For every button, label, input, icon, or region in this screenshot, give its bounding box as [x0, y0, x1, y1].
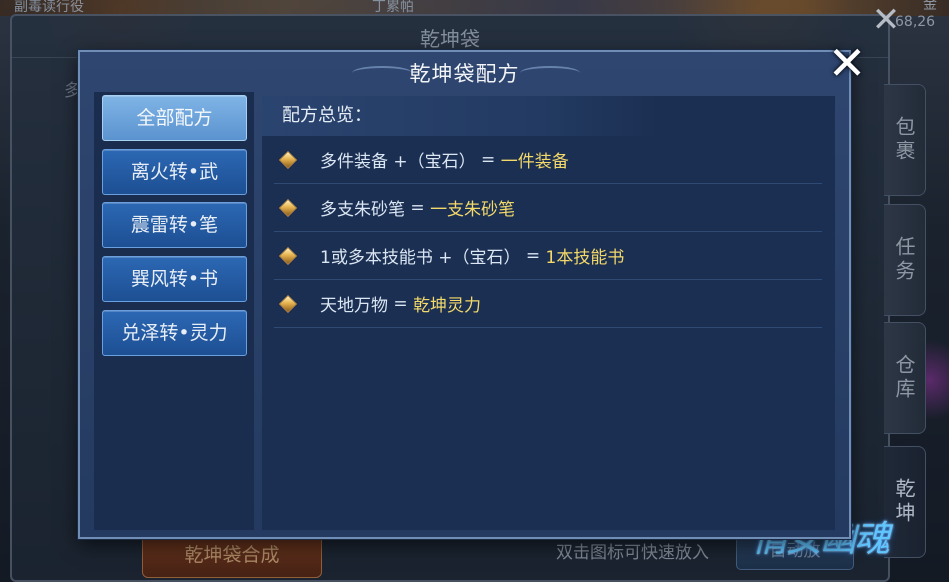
- recipe-row: 多支朱砂笔 = 一支朱砂笔: [274, 184, 822, 232]
- recipe-equals: =: [520, 245, 546, 266]
- side-tab-quest[interactable]: 任务: [884, 204, 926, 316]
- category-lihuo-weapon[interactable]: 离火转•武: [102, 149, 247, 195]
- gem-bullet-icon: [278, 294, 298, 313]
- side-tab-bag[interactable]: 包裹: [884, 84, 926, 196]
- recipe-row: 多件装备 +（宝石） = 一件装备: [274, 136, 822, 184]
- category-zhenlei-brush[interactable]: 震雷转•笔: [102, 202, 247, 248]
- gem-bullet-icon: [278, 150, 298, 169]
- recipe-row: 1或多本技能书 +（宝石） = 1本技能书: [274, 232, 822, 280]
- overview-header: 配方总览：: [262, 96, 658, 136]
- recipe-equals: =: [475, 149, 501, 170]
- gem-bullet-icon: [278, 198, 298, 217]
- category-all-recipes[interactable]: 全部配方: [102, 95, 247, 141]
- recipe-equals: =: [388, 293, 414, 314]
- double-click-hint: 双击图标可快速放入: [556, 543, 709, 563]
- recipe-inputs: 多件装备 +（宝石）: [320, 152, 476, 172]
- category-list: 全部配方 离火转•武 震雷转•笔 巽风转•书 兑泽转•灵力: [94, 92, 254, 530]
- category-xunfeng-book[interactable]: 巽风转•书: [102, 256, 247, 302]
- recipe-inputs: 1或多本技能书 +（宝石）: [320, 248, 521, 268]
- recipe-overview-pane: 配方总览： 多件装备 +（宝石） = 一件装备 多支朱砂笔 = 一支朱砂笔 1或…: [262, 96, 835, 530]
- dialog-close-icon[interactable]: ✕: [824, 40, 870, 86]
- recipe-dialog: 乾坤袋配方 全部配方 离火转•武 震雷转•笔 巽风转•书 兑泽转•灵力 配方总览…: [78, 40, 866, 539]
- dialog-title: 乾坤袋配方: [409, 62, 520, 86]
- recipe-result: 1本技能书: [545, 248, 625, 268]
- recipe-result: 一支朱砂笔: [430, 200, 516, 220]
- side-tab-warehouse[interactable]: 仓库: [884, 322, 926, 434]
- category-duize-spirit[interactable]: 兑泽转•灵力: [102, 310, 247, 356]
- recipe-result: 一件装备: [500, 152, 569, 172]
- recipe-inputs: 天地万物: [320, 296, 388, 316]
- recipe-inputs: 多支朱砂笔: [320, 200, 405, 220]
- recipe-equals: =: [405, 197, 431, 218]
- recipe-row: 天地万物 = 乾坤灵力: [274, 280, 822, 328]
- gold-label: 金: [923, 0, 937, 13]
- recipe-result: 乾坤灵力: [413, 296, 482, 316]
- gem-bullet-icon: [278, 246, 298, 265]
- coordinate-readout: 68,26: [895, 14, 936, 30]
